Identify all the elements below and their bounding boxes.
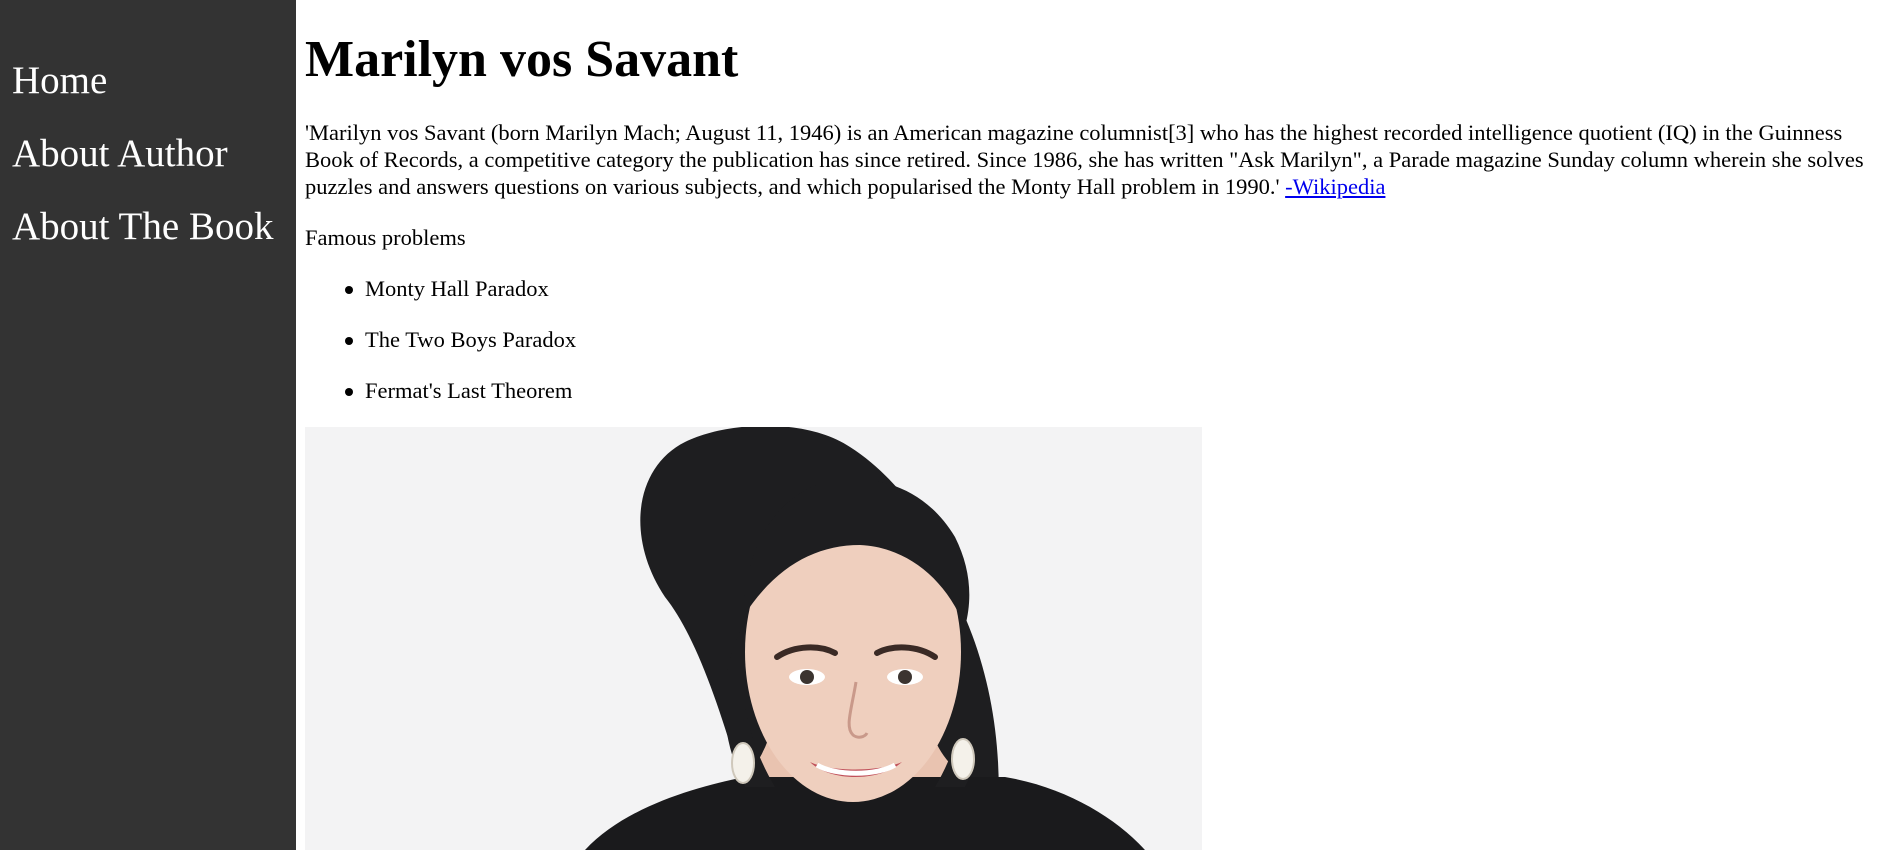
problem-label: The Two Boys Paradox [365, 327, 577, 352]
bullet-icon [345, 388, 353, 396]
nav-link-home[interactable]: Home [12, 59, 107, 103]
intro-paragraph: 'Marilyn vos Savant (born Marilyn Mach; … [305, 119, 1875, 200]
nav-link-about-the-book[interactable]: About The Book [12, 205, 273, 249]
page-title: Marilyn vos Savant [305, 31, 739, 88]
problem-label: Monty Hall Paradox [365, 276, 549, 301]
bullet-icon [345, 286, 353, 294]
problem-label: Fermat's Last Theorem [365, 378, 573, 403]
intro-text: 'Marilyn vos Savant (born Marilyn Mach; … [305, 120, 1864, 199]
author-portrait-image [305, 427, 1202, 850]
famous-problems-label: Famous problems [305, 225, 466, 250]
sidebar-nav: Home About Author About The Book [0, 0, 296, 850]
bullet-icon [345, 337, 353, 345]
wikipedia-link[interactable]: -Wikipedia [1285, 174, 1385, 199]
nav-link-about-author[interactable]: About Author [12, 132, 228, 176]
